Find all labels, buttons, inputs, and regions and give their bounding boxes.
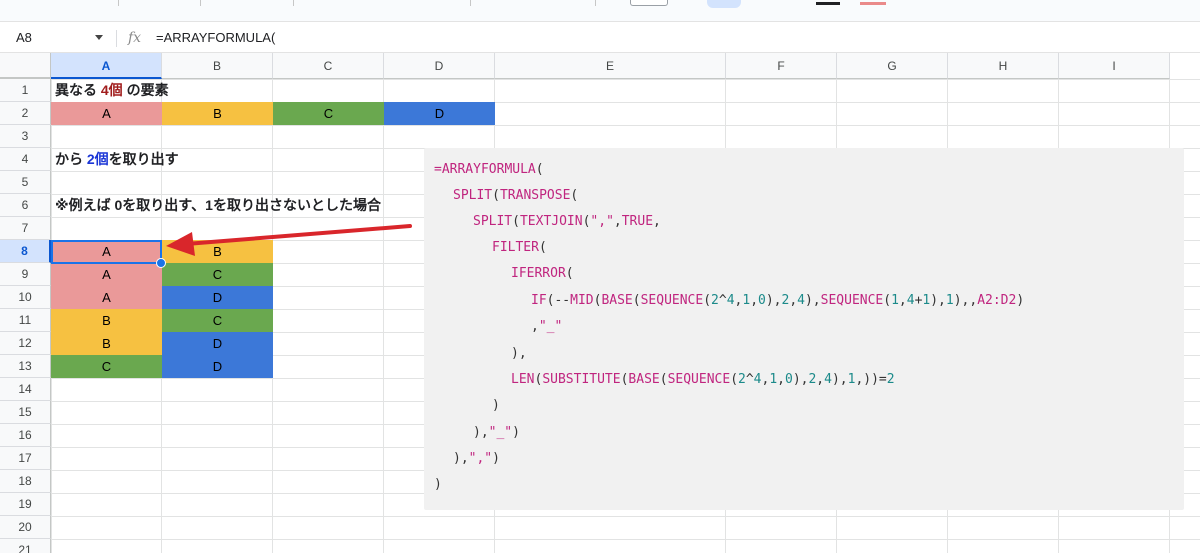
arrow-shaft [184,224,412,246]
annotation-arrow [166,224,412,256]
arrow-head [166,232,195,256]
